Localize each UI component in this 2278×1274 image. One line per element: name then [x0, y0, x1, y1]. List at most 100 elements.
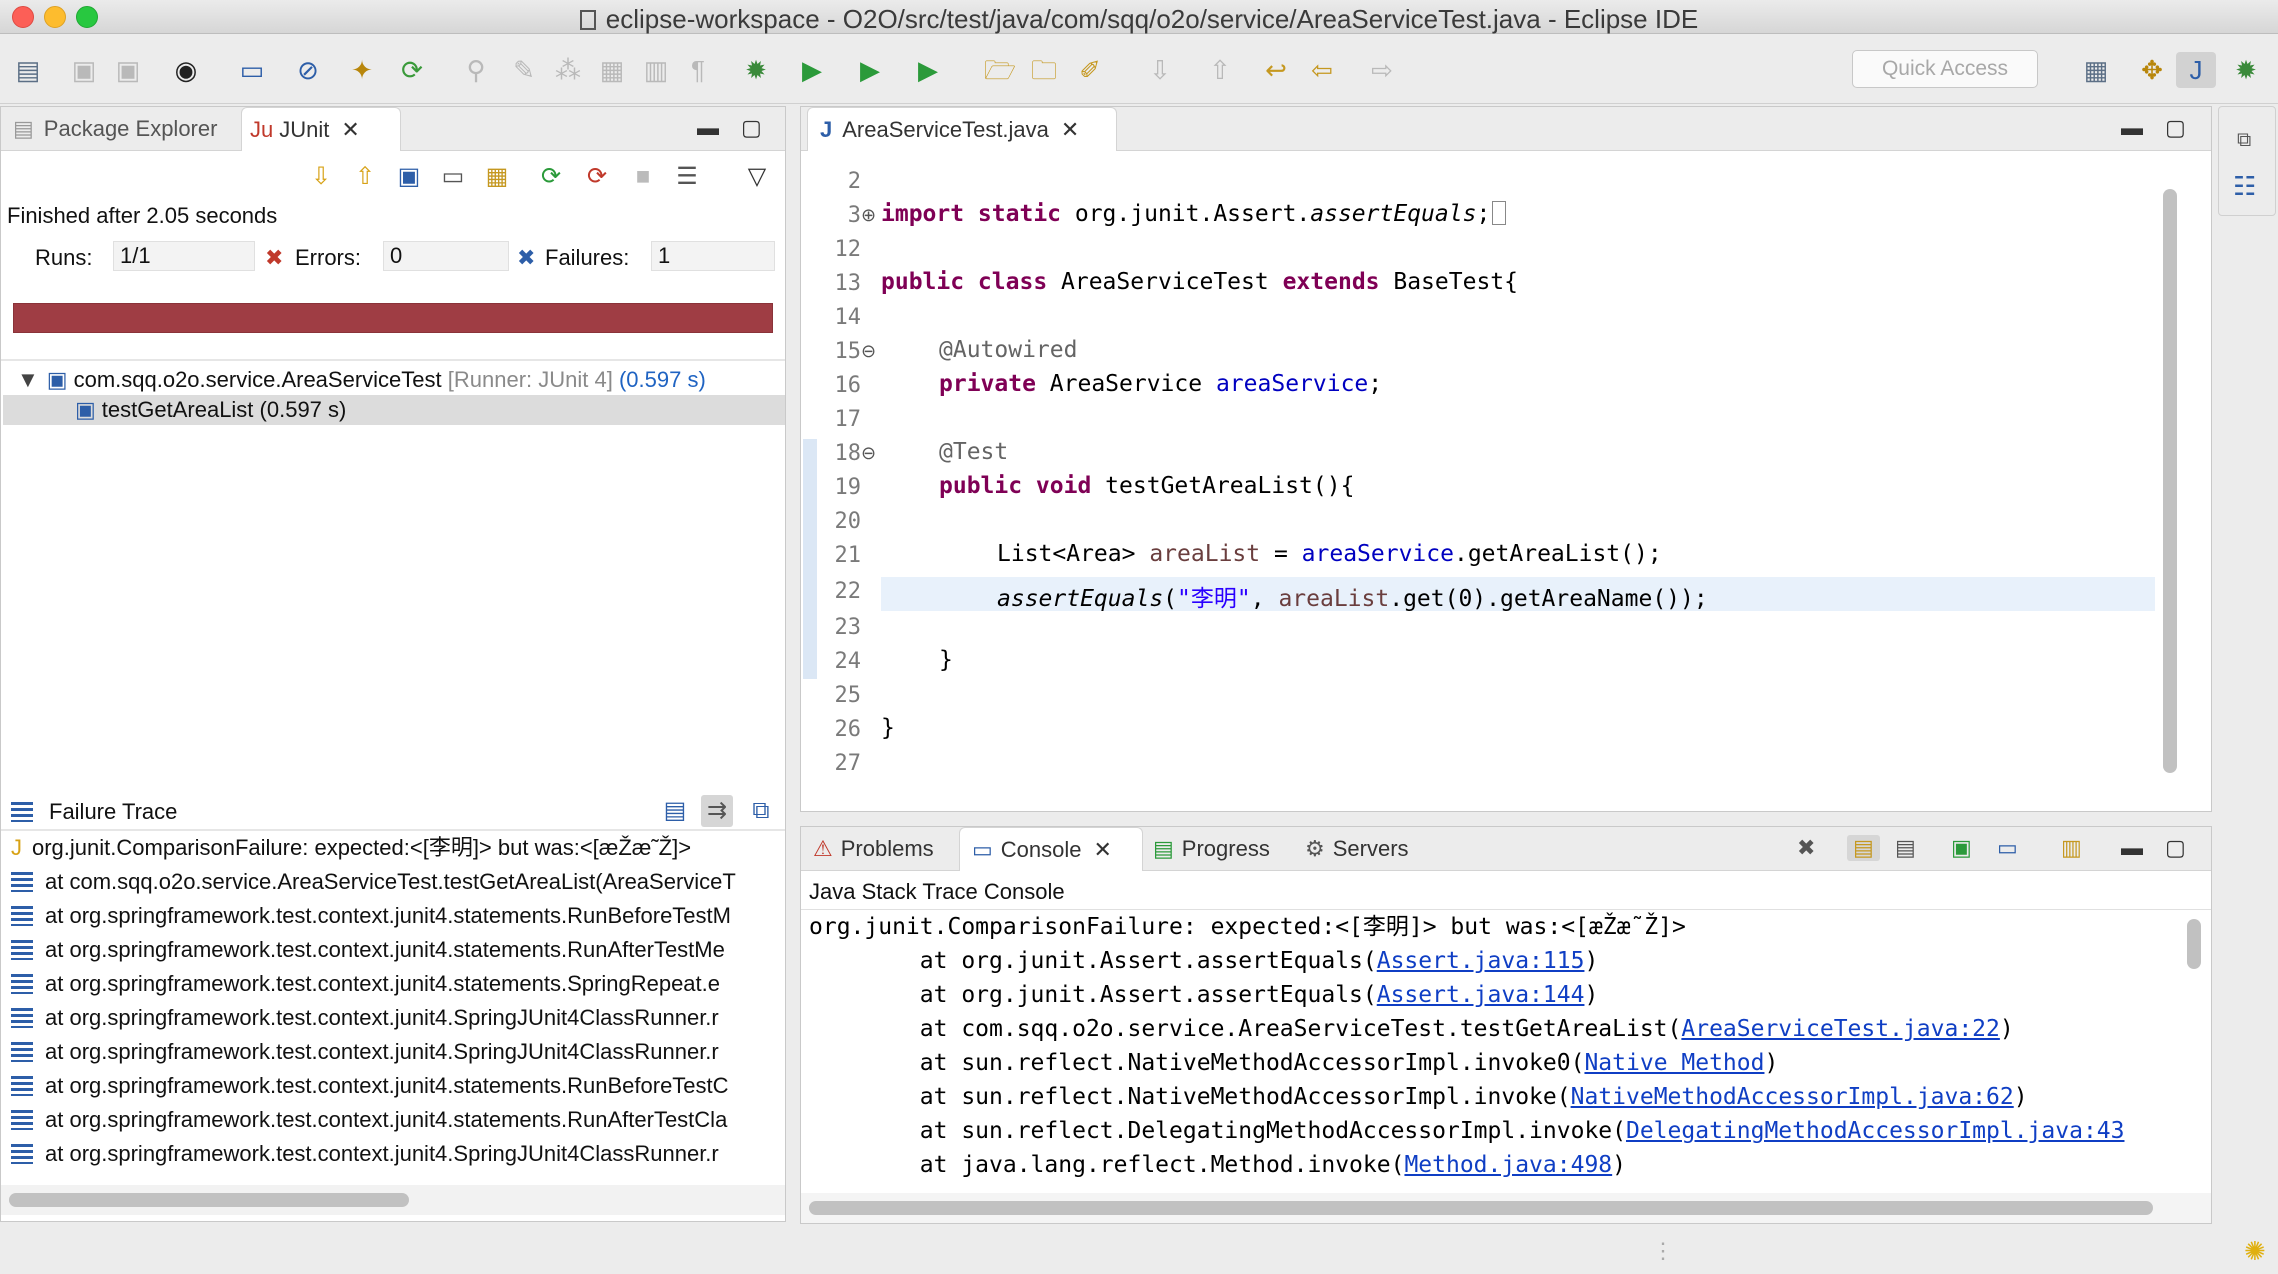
skip-breakpoints-icon[interactable]: ⊘ [288, 52, 328, 88]
source-link[interactable]: NativeMethodAccessorImpl.java:62 [1571, 1084, 2014, 1110]
tab-junit[interactable]: Ju JUnit ✕ [241, 107, 401, 151]
new-console-icon[interactable]: ▥ [2061, 835, 2082, 861]
trace-row[interactable]: at org.springframework.test.context.juni… [11, 1071, 781, 1101]
stop-icon[interactable]: ■ [627, 161, 659, 193]
code-line-18[interactable]: @Test [939, 439, 1008, 465]
scroll-lock-icon[interactable]: ▤ [1847, 835, 1880, 861]
source-link[interactable]: Method.java:498 [1404, 1152, 1612, 1178]
nodes-icon[interactable]: ⁂ [548, 52, 588, 88]
forward-icon[interactable]: ⇨ [1362, 52, 1402, 88]
folded-block-icon[interactable] [1492, 201, 1507, 225]
tree-suite-row[interactable]: ▼ ▣ com.sqq.o2o.service.AreaServiceTest [R… [17, 365, 706, 395]
pen-icon[interactable]: ✎ [504, 52, 544, 88]
new-icon[interactable]: ▤ [8, 52, 48, 88]
close-icon[interactable]: ✕ [1061, 108, 1079, 152]
trace-row[interactable]: at org.springframework.test.context.juni… [11, 1003, 781, 1033]
trace-row[interactable]: at org.springframework.test.context.juni… [11, 901, 781, 931]
filter-stack-icon[interactable]: ⇉ [701, 795, 733, 827]
doc-icon[interactable]: ▥ [636, 52, 676, 88]
compare-result-icon[interactable]: ▤ [659, 795, 691, 827]
code-line-22[interactable]: assertEquals("李明", areaList.get(0).getAr… [997, 579, 1708, 613]
code-line-19[interactable]: public void testGetAreaList(){ [939, 473, 1354, 499]
open-perspective-icon[interactable]: ▦ [2076, 52, 2116, 88]
minimize-icon[interactable]: ▬ [697, 115, 719, 141]
scroll-lock-icon[interactable]: ▭ [437, 161, 469, 193]
pin-icon[interactable]: ✐ [1070, 52, 1110, 88]
maximize-icon[interactable]: ▢ [2165, 835, 2186, 861]
tab-package-explorer[interactable]: ▤ Package Explorer [13, 107, 217, 151]
trace-row[interactable]: at org.springframework.test.context.juni… [11, 1037, 781, 1067]
rerun-test-icon[interactable]: ⟳ [535, 161, 567, 193]
close-icon[interactable]: ✕ [1094, 828, 1112, 872]
horizontal-scrollbar-track[interactable] [1, 1185, 785, 1215]
view-menu-chevron-icon[interactable]: ▽ [741, 161, 773, 193]
run-server-icon[interactable]: ▶ [850, 52, 890, 88]
package-icon[interactable]: ✦ [342, 52, 382, 88]
refresh-icon[interactable]: ⟳ [392, 52, 432, 88]
external-tools-icon[interactable]: ▶ [908, 52, 948, 88]
restore-icon[interactable]: ⧉ [2237, 129, 2251, 152]
tree-test-row[interactable]: ▣ testGetAreaList (0.597 s) [3, 395, 785, 425]
layout-menu-icon[interactable]: ☰ [671, 161, 703, 193]
save-icon[interactable]: ▣ [64, 52, 104, 88]
source-link[interactable]: Assert.java:115 [1377, 948, 1585, 974]
lightbulb-icon[interactable]: ✺ [2244, 1236, 2266, 1267]
vertical-scrollbar-thumb[interactable] [2163, 189, 2177, 773]
trace-row[interactable]: at com.sqq.o2o.service.AreaServiceTest.t… [11, 867, 781, 897]
horizontal-scrollbar-track[interactable] [801, 1193, 2211, 1223]
show-failures-only-icon[interactable]: ▣ [393, 161, 425, 193]
source-link[interactable]: AreaServiceTest.java:22 [1681, 1016, 2000, 1042]
trace-row[interactable]: at org.springframework.test.context.juni… [11, 1139, 781, 1169]
source-link[interactable]: Native Method [1584, 1050, 1764, 1076]
vertical-scrollbar-thumb[interactable] [2187, 919, 2201, 969]
word-wrap-icon[interactable]: ▤ [1895, 835, 1916, 861]
horizontal-scrollbar-thumb[interactable] [809, 1201, 2153, 1215]
tab-console[interactable]: ▭ Console ✕ [959, 827, 1143, 871]
search-icon[interactable]: ⚲ [456, 52, 496, 88]
trace-row[interactable]: at org.springframework.test.context.juni… [11, 969, 781, 999]
quick-access-input[interactable]: Quick Access [1852, 50, 2038, 88]
open-folder-icon[interactable]: 🗁 [980, 52, 1020, 88]
maximize-icon[interactable]: ▢ [741, 115, 762, 141]
source-link[interactable]: Assert.java:144 [1377, 982, 1585, 1008]
last-edit-icon[interactable]: ↩ [1256, 52, 1296, 88]
java-ee-perspective-icon[interactable]: ✥ [2132, 52, 2172, 88]
run-icon[interactable]: ▶ [792, 52, 832, 88]
tab-progress[interactable]: ▤ Progress [1153, 827, 1270, 871]
next-failure-icon[interactable]: ⇩ [305, 161, 337, 193]
code-line-15[interactable]: @Autowired [939, 337, 1077, 363]
outline-icon[interactable]: ☷ [2233, 171, 2256, 202]
terminal-icon[interactable]: ▭ [232, 52, 272, 88]
tab-areaservicetest-java[interactable]: J AreaServiceTest.java ✕ [807, 107, 1117, 151]
display-console-icon[interactable]: ▭ [1997, 835, 2018, 861]
minimize-icon[interactable]: ▬ [2121, 835, 2143, 861]
maximize-icon[interactable]: ▢ [2165, 115, 2186, 141]
back-icon[interactable]: ⇦ [1302, 52, 1342, 88]
trace-row[interactable]: at org.springframework.test.context.juni… [11, 935, 781, 965]
chevron-down-icon[interactable]: ▼ [17, 367, 39, 392]
source-link[interactable]: DelegatingMethodAccessorImpl.java:43 [1626, 1118, 2125, 1144]
trace-row[interactable]: at org.springframework.test.context.juni… [11, 1105, 781, 1135]
trace-row[interactable]: Jorg.junit.ComparisonFailure: expected:<… [11, 833, 781, 863]
prev-annotation-icon[interactable]: ⇧ [1200, 52, 1240, 88]
open-task-icon[interactable]: 🗀 [1024, 52, 1064, 88]
expand-fold-icon[interactable]: ⊕ [861, 205, 876, 226]
previous-failure-icon[interactable]: ⇧ [349, 161, 381, 193]
pin-console-icon[interactable]: ▣ [1951, 835, 1972, 861]
minimize-icon[interactable]: ▬ [2121, 115, 2143, 141]
test-history-icon[interactable]: ▦ [481, 161, 513, 193]
code-line-3[interactable]: import static org.junit.Assert.assertEqu… [881, 201, 1507, 227]
copy-trace-icon[interactable]: ⧉ [745, 795, 777, 827]
collapse-fold-icon[interactable]: ⊖ [861, 341, 876, 362]
pilcrow-icon[interactable]: ¶ [678, 52, 718, 88]
java-perspective-icon[interactable]: J [2176, 52, 2216, 88]
code-line-26[interactable]: } [881, 715, 895, 741]
horizontal-scrollbar-thumb[interactable] [9, 1193, 409, 1207]
collapse-fold-icon[interactable]: ⊖ [861, 443, 876, 464]
clear-console-icon[interactable]: ✖ [1797, 835, 1815, 861]
tab-problems[interactable]: ⚠ Problems [813, 827, 934, 871]
code-line-24[interactable]: } [939, 647, 953, 673]
debug-icon[interactable]: ✹ [736, 52, 776, 88]
code-line-21[interactable]: List<Area> areaList = areaService.getAre… [997, 541, 1662, 567]
debug-perspective-icon[interactable]: ✹ [2226, 52, 2266, 88]
